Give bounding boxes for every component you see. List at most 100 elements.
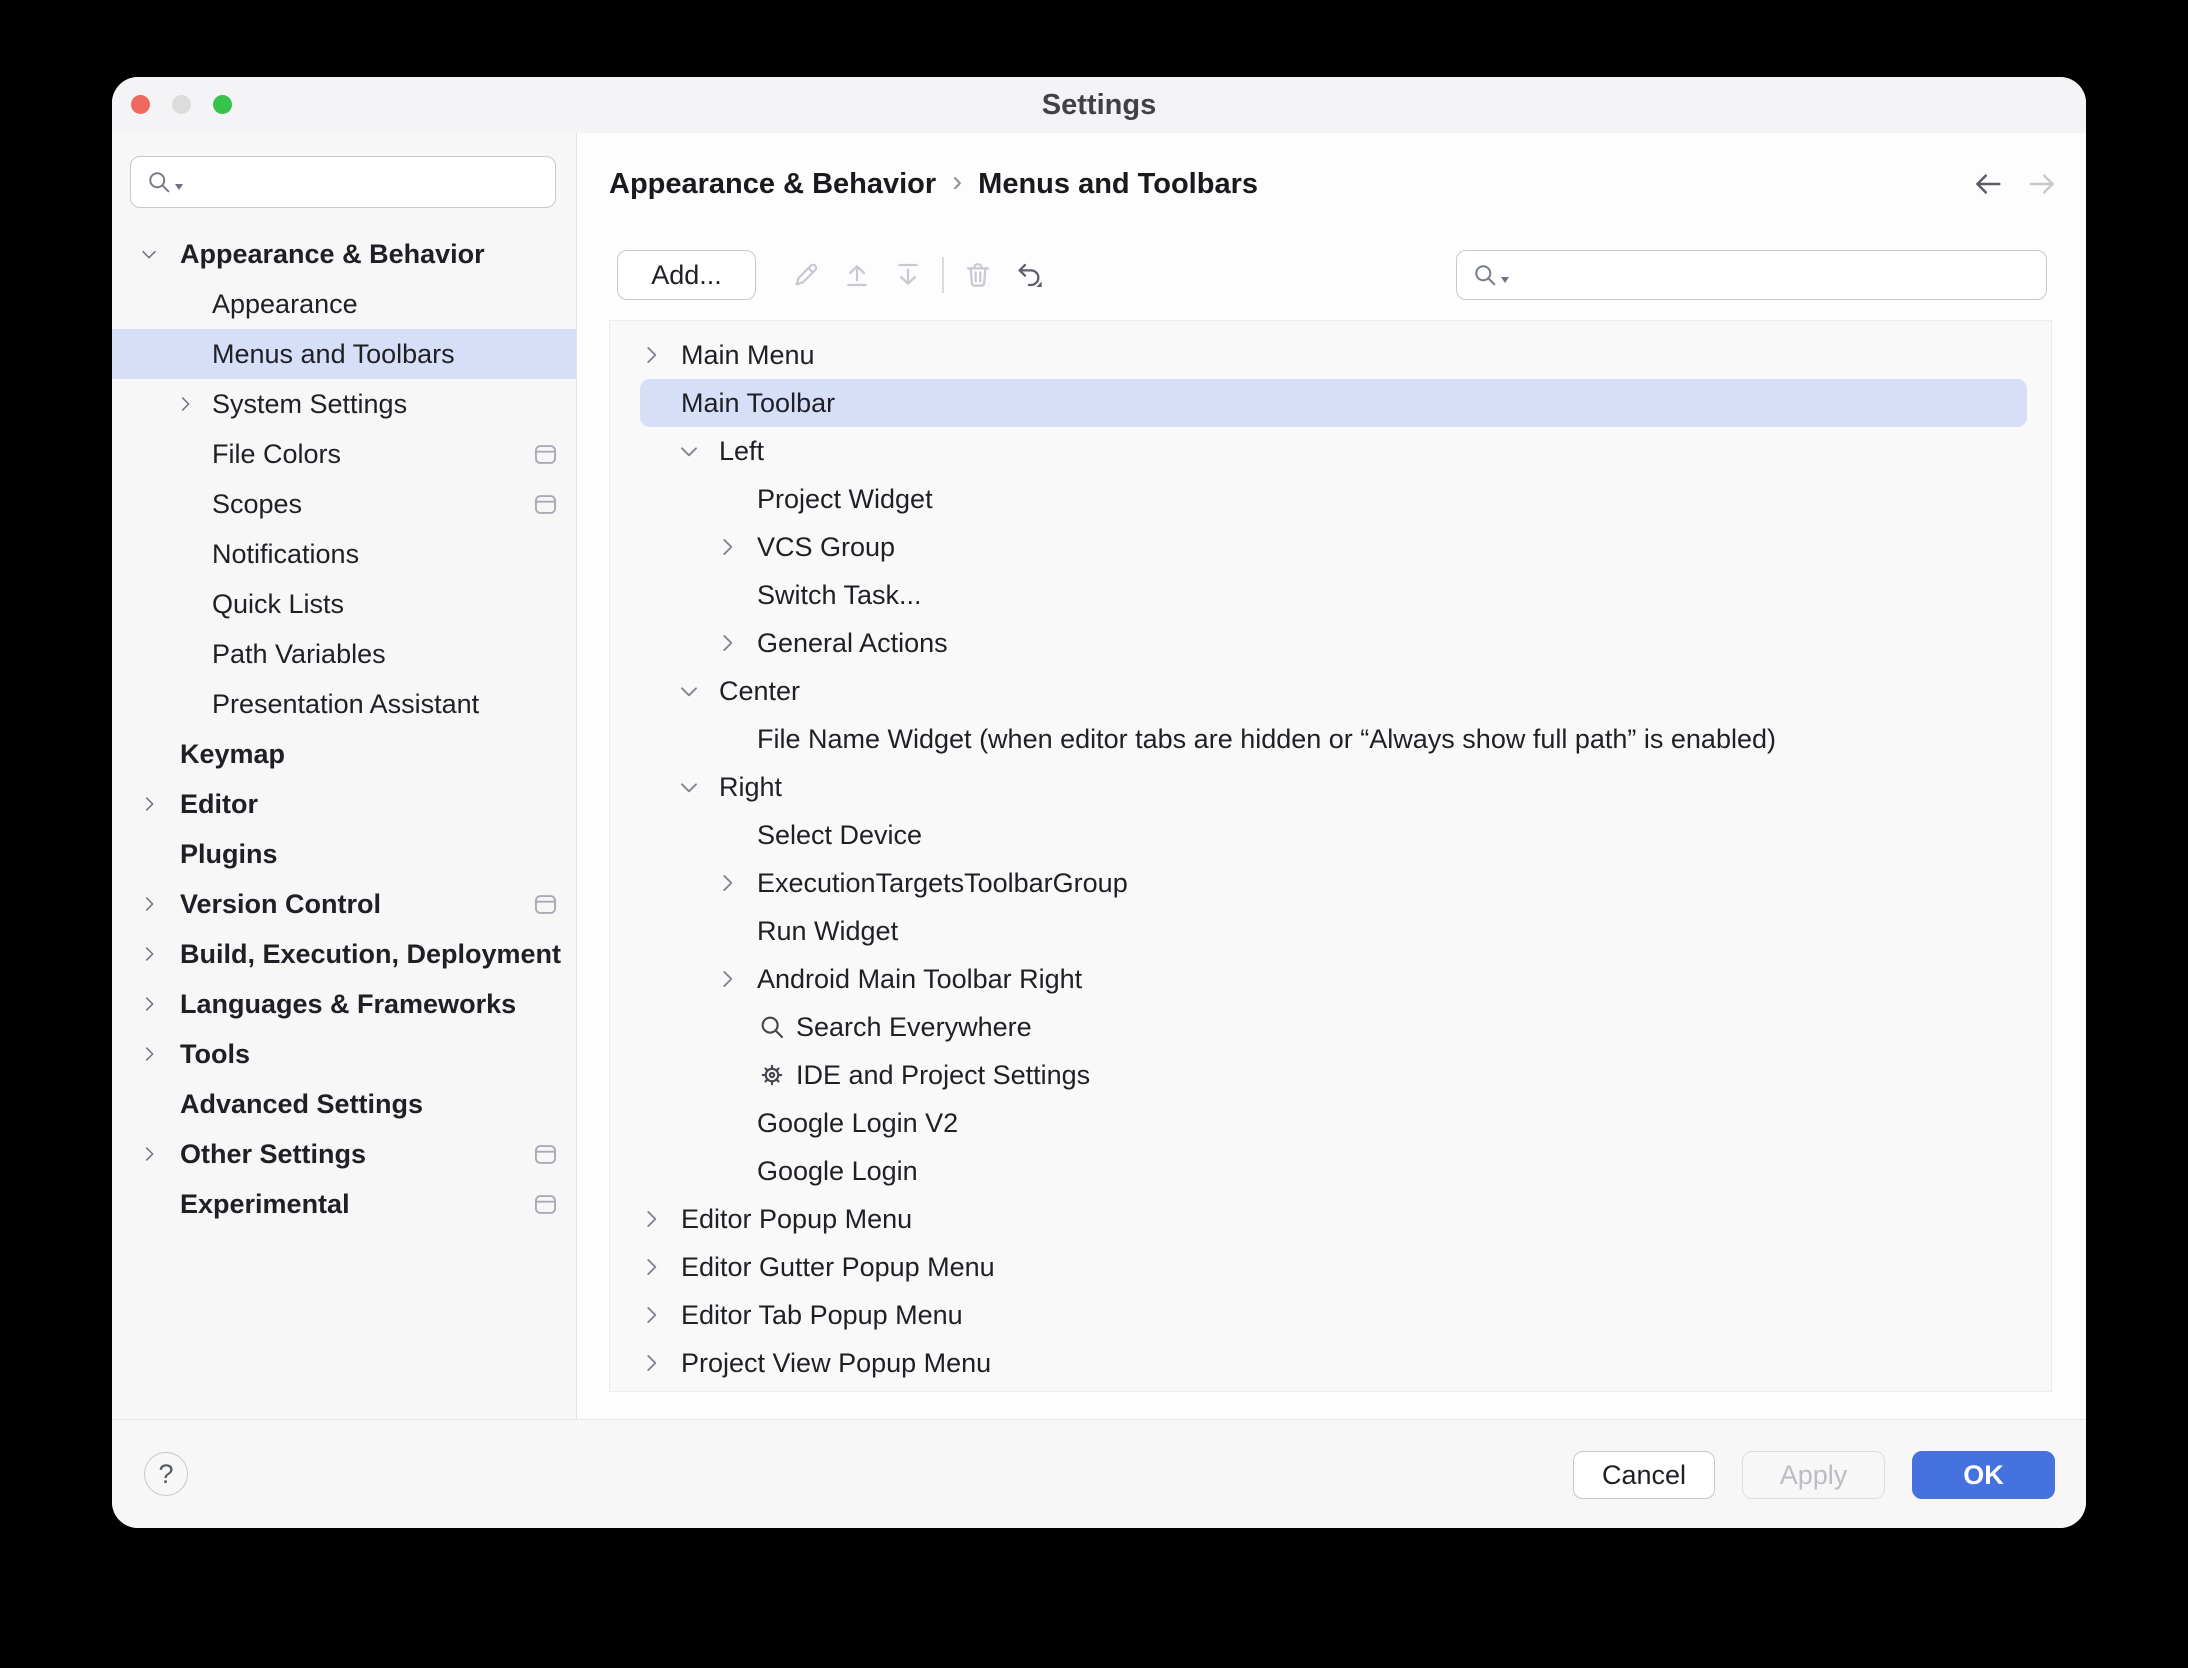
sidebar-item[interactable]: Appearance & Behavior <box>112 229 576 279</box>
window-pane-icon <box>532 891 559 918</box>
help-button[interactable]: ? <box>144 1452 188 1496</box>
tree-row[interactable]: Project Widget <box>610 475 2051 523</box>
chevron-right-icon[interactable] <box>138 993 160 1015</box>
tree-row[interactable]: Left <box>610 427 2051 475</box>
sidebar-item[interactable]: Advanced Settings <box>112 1079 576 1129</box>
tree-row[interactable]: Google Login V2 <box>610 1099 2051 1147</box>
settings-nav: Appearance & Behavior Appearance Menus and… <box>112 229 576 1229</box>
tree-row[interactable]: Switch Task... <box>610 571 2051 619</box>
chevron-right-icon[interactable] <box>138 1143 160 1165</box>
sidebar-item[interactable]: Tools <box>112 1029 576 1079</box>
tree-row-label: Switch Task... <box>757 580 922 611</box>
apply-button: Apply <box>1742 1451 1885 1499</box>
sidebar: Appearance & Behavior Appearance Menus and… <box>112 133 577 1419</box>
sidebar-item[interactable]: Languages & Frameworks <box>112 979 576 1029</box>
tree-row[interactable]: Main Toolbar <box>610 379 2051 427</box>
sidebar-item[interactable]: Experimental <box>112 1179 576 1229</box>
chevron-right-icon[interactable] <box>712 534 742 560</box>
sidebar-item-label: System Settings <box>212 389 407 420</box>
chevron-right-icon[interactable] <box>636 1254 666 1280</box>
chevron-right-icon[interactable] <box>138 943 160 965</box>
tree-row[interactable]: File Name Widget (when editor tabs are h… <box>610 715 2051 763</box>
toolbar-search-input[interactable] <box>1509 260 2046 291</box>
tree-row[interactable]: Search Everywhere <box>610 1003 2051 1051</box>
chevron-right-icon[interactable] <box>636 1302 666 1328</box>
tree-row[interactable]: Editor Tab Popup Menu <box>610 1291 2051 1339</box>
sidebar-item[interactable]: Keymap <box>112 729 576 779</box>
chevron-right-icon[interactable] <box>138 893 160 915</box>
tree-row[interactable]: Editor Popup Menu <box>610 1195 2051 1243</box>
tree-row[interactable]: Center <box>610 667 2051 715</box>
sidebar-item[interactable]: Build, Execution, Deployment <box>112 929 576 979</box>
revert-icon[interactable] <box>1012 258 1046 292</box>
sidebar-item[interactable]: File Colors <box>112 429 576 479</box>
chevron-down-icon[interactable] <box>674 774 704 800</box>
sidebar-item[interactable]: Editor <box>112 779 576 829</box>
sidebar-item[interactable]: Notifications <box>112 529 576 579</box>
toolbar-separator <box>942 257 944 293</box>
sidebar-item[interactable]: Path Variables <box>112 629 576 679</box>
ok-button[interactable]: OK <box>1912 1451 2055 1499</box>
sidebar-item-label: Scopes <box>212 489 302 520</box>
move-up-icon <box>840 258 874 292</box>
breadcrumb: Appearance & Behavior › Menus and Toolba… <box>577 159 2086 209</box>
tree-row[interactable]: Select Device <box>610 811 2051 859</box>
forward-arrow-icon <box>2024 166 2060 202</box>
toolbar-search[interactable] <box>1456 250 2047 300</box>
tree-row[interactable]: ExecutionTargetsToolbarGroup <box>610 859 2051 907</box>
chevron-down-icon[interactable] <box>138 243 160 265</box>
main-pane: Appearance & Behavior › Menus and Toolba… <box>577 133 2086 1419</box>
close-button[interactable] <box>131 95 150 114</box>
back-arrow-icon[interactable] <box>1970 166 2006 202</box>
sidebar-item-label: Appearance <box>212 289 358 320</box>
search-icon <box>145 168 173 196</box>
chevron-right-icon[interactable] <box>636 1206 666 1232</box>
sidebar-item[interactable]: Plugins <box>112 829 576 879</box>
tree-row[interactable]: Google Login <box>610 1147 2051 1195</box>
chevron-right-icon[interactable] <box>712 870 742 896</box>
chevron-right-icon[interactable] <box>712 630 742 656</box>
tree-row-label: Project View Popup Menu <box>681 1348 991 1379</box>
sidebar-item[interactable]: Other Settings <box>112 1129 576 1179</box>
sidebar-search[interactable] <box>130 156 556 208</box>
sidebar-item[interactable]: Scopes <box>112 479 576 529</box>
breadcrumb-parent[interactable]: Appearance & Behavior <box>609 168 936 201</box>
chevron-down-icon[interactable] <box>674 678 704 704</box>
tree-row[interactable]: Main Menu <box>610 331 2051 379</box>
sidebar-item[interactable]: Appearance <box>112 279 576 329</box>
sidebar-item-label: Quick Lists <box>212 589 344 620</box>
sidebar-item[interactable]: System Settings <box>112 379 576 429</box>
chevron-right-icon[interactable] <box>712 966 742 992</box>
sidebar-item[interactable]: Version Control <box>112 879 576 929</box>
chevron-right-icon[interactable] <box>138 793 160 815</box>
tree-row[interactable]: General Actions <box>610 619 2051 667</box>
sidebar-item[interactable]: Presentation Assistant <box>112 679 576 729</box>
tree-row[interactable]: Run Widget <box>610 907 2051 955</box>
tree-row[interactable]: Android Main Toolbar Right <box>610 955 2051 1003</box>
zoom-button[interactable] <box>213 95 232 114</box>
chevron-down-icon[interactable] <box>636 390 666 416</box>
sidebar-item-label: Tools <box>180 1039 250 1070</box>
tree-row[interactable]: Right <box>610 763 2051 811</box>
chevron-right-icon[interactable] <box>636 342 666 368</box>
tree-row[interactable]: Project View Popup Menu <box>610 1339 2051 1387</box>
chevron-right-icon[interactable] <box>636 1350 666 1376</box>
sidebar-item-label: Version Control <box>180 889 381 920</box>
tree-row[interactable]: IDE and Project Settings <box>610 1051 2051 1099</box>
tree-row-label: Main Menu <box>681 340 815 371</box>
search-options-caret-icon[interactable] <box>1501 277 1509 283</box>
chevron-right-icon[interactable] <box>174 393 196 415</box>
sidebar-item-label: Plugins <box>180 839 278 870</box>
add-button[interactable]: Add... <box>617 250 756 300</box>
tree-row[interactable]: Editor Gutter Popup Menu <box>610 1243 2051 1291</box>
tree-row-label: Run Widget <box>757 916 898 947</box>
sidebar-item[interactable]: Quick Lists <box>112 579 576 629</box>
search-options-caret-icon[interactable] <box>175 184 183 190</box>
sidebar-search-input[interactable] <box>183 167 555 198</box>
cancel-button[interactable]: Cancel <box>1573 1451 1715 1499</box>
tree-row[interactable]: VCS Group <box>610 523 2051 571</box>
sidebar-item[interactable]: Menus and Toolbars <box>112 329 576 379</box>
chevron-right-icon[interactable] <box>138 1043 160 1065</box>
sidebar-item-label: Appearance & Behavior <box>180 239 485 270</box>
chevron-down-icon[interactable] <box>674 438 704 464</box>
